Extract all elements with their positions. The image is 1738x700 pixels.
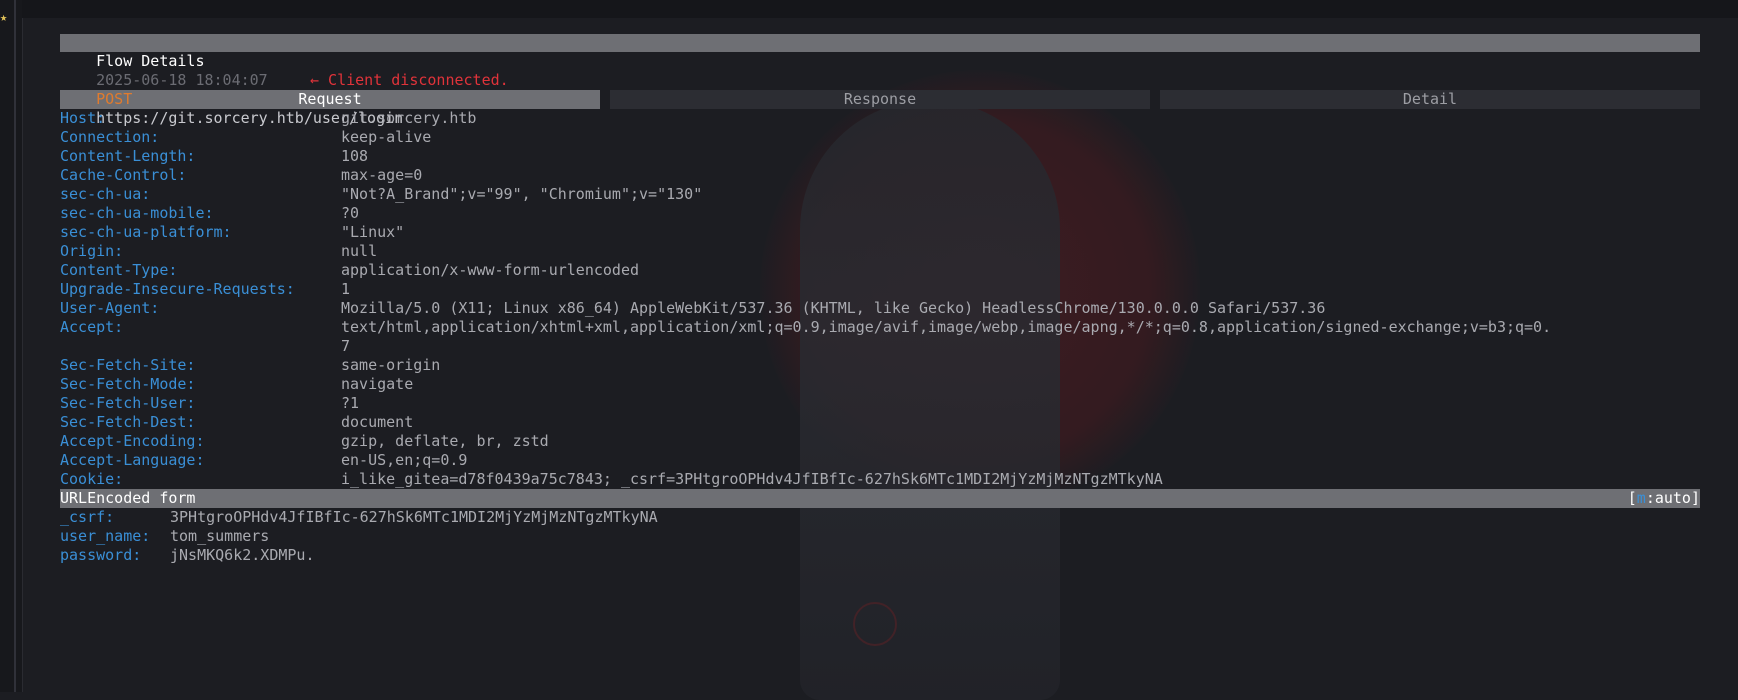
header-row: sec-ch-ua: "Not?A_Brand";v="99", "Chromiu… (60, 185, 1700, 204)
form-field-row: _csrf: 3PHtgroOPHdv4JfIBfIc-627hSk6MTc1MD… (60, 508, 1700, 527)
top-strip (22, 0, 1738, 18)
header-key: User-Agent: (60, 299, 160, 317)
header-value: gzip, deflate, br, zstd (341, 432, 549, 450)
header-value: max-age=0 (341, 166, 423, 184)
header-value: ?1 (341, 394, 360, 412)
form-field-key: _csrf: (60, 508, 115, 526)
request-headers: Host: git.sorcery.htb Connection: keep-aliv… (60, 109, 1700, 489)
header-key: Sec-Fetch-User: (60, 394, 196, 412)
form-field-row: user_name: tom_summers (60, 527, 1700, 546)
connection-status: ← Client disconnected. (310, 71, 509, 89)
flow-details-panel: Flow Details 2025-06-18 18:04:07 POST ht… (60, 34, 1700, 565)
header-key: Origin: (60, 242, 124, 260)
form-title-bar: URLEncoded form [m:auto] (60, 489, 1700, 508)
tab-detail[interactable]: Detail (1160, 90, 1700, 109)
header-row: Sec-Fetch-Dest: document (60, 413, 1700, 432)
header-value: 1 (341, 280, 351, 298)
header-value: null (341, 242, 378, 260)
header-key: Sec-Fetch-Dest: (60, 413, 196, 431)
tab-response[interactable]: Response (610, 90, 1150, 109)
header-value: "Not?A_Brand";v="99", "Chromium";v="130" (341, 185, 703, 203)
header-row: Accept-Encoding: gzip, deflate, br, zstd (60, 432, 1700, 451)
panel-title-bar: Flow Details (60, 34, 1700, 70)
form-view-mode[interactable]: [m:auto] (1628, 489, 1700, 508)
header-key: sec-ch-ua-mobile: (60, 204, 214, 222)
header-key: Upgrade-Insecure-Requests: (60, 280, 295, 298)
form-field-key: user_name: (60, 527, 151, 545)
form-field-key: password: (60, 546, 142, 564)
header-row: Cookie: i_like_gitea=d78f0439a75c7843; _c… (60, 470, 1700, 489)
header-row: Sec-Fetch-User: ?1 (60, 394, 1700, 413)
header-key: sec-ch-ua: (60, 185, 151, 203)
header-value: keep-alive (341, 128, 432, 146)
form-field-row: password: jNsMKQ6k2.XDMPu. (60, 546, 1700, 565)
header-row: Origin: null (60, 242, 1700, 261)
header-key: Cookie: (60, 470, 124, 488)
form-field-value: tom_summers (170, 527, 270, 545)
header-key: Sec-Fetch-Site: (60, 356, 196, 374)
header-row: sec-ch-ua-mobile: ?0 (60, 204, 1700, 223)
header-row: Content-Type: application/x-www-form-urle… (60, 261, 1700, 280)
header-key: Accept-Encoding: (60, 432, 205, 450)
header-key: Content-Length: (60, 147, 196, 165)
header-row: User-Agent: Mozilla/5.0 (X11; Linux x86_6… (60, 299, 1700, 318)
form-mode-suffix: :auto] (1645, 489, 1700, 507)
form-mode-prefix: [ (1627, 489, 1637, 507)
header-key: Content-Type: (60, 261, 178, 279)
gutter-divider (14, 0, 16, 692)
header-value: navigate (341, 375, 414, 393)
header-key: Accept-Language: (60, 451, 205, 469)
header-row: Sec-Fetch-Mode: navigate (60, 375, 1700, 394)
header-row: Accept: text/html,application/xhtml+xml,a… (60, 318, 1700, 337)
request-line: 2025-06-18 18:04:07 POST https://git.sor… (60, 52, 1700, 127)
header-value: Mozilla/5.0 (X11; Linux x86_64) AppleWeb… (341, 299, 1326, 317)
header-value: ?0 (341, 204, 360, 222)
header-key: Connection: (60, 128, 160, 146)
header-key: Host: (60, 109, 106, 127)
header-value: git.sorcery.htb (341, 109, 477, 127)
header-key: Cache-Control: (60, 166, 187, 184)
header-row: Host: git.sorcery.htb (60, 109, 1700, 128)
form-field-value: 3PHtgroOPHdv4JfIBfIc-627hSk6MTc1MDI2MjYz… (170, 508, 658, 526)
header-value: "Linux" (341, 223, 405, 241)
header-row: Content-Length: 108 (60, 147, 1700, 166)
request-method: POST (96, 90, 133, 108)
header-value: application/x-www-form-urlencoded (341, 261, 640, 279)
star-icon: ★ (0, 10, 8, 24)
form-field-value: jNsMKQ6k2.XDMPu. (170, 546, 315, 564)
header-row: Upgrade-Insecure-Requests: 1 (60, 280, 1700, 299)
header-value: en-US,en;q=0.9 (341, 451, 468, 469)
header-value: same-origin (341, 356, 441, 374)
header-row: Sec-Fetch-Site: same-origin (60, 356, 1700, 375)
header-value: i_like_gitea=d78f0439a75c7843; _csrf=3PH… (341, 470, 1163, 488)
header-row: Connection: keep-alive (60, 128, 1700, 147)
header-row: Accept-Language: en-US,en;q=0.9 (60, 451, 1700, 470)
form-title: URLEncoded form (60, 489, 196, 507)
header-value: text/html,application/xhtml+xml,applicat… (341, 318, 1552, 336)
left-gutter: ★ (0, 0, 23, 692)
header-key: Accept: (60, 318, 124, 336)
header-key: sec-ch-ua-platform: (60, 223, 232, 241)
header-row: Cache-Control: max-age=0 (60, 166, 1700, 185)
form-fields: _csrf: 3PHtgroOPHdv4JfIBfIc-627hSk6MTc1MD… (60, 508, 1700, 565)
background-pendant (853, 602, 897, 646)
header-key: Sec-Fetch-Mode: (60, 375, 196, 393)
form-mode-key: m (1636, 489, 1646, 507)
header-value: document (341, 413, 414, 431)
header-row: sec-ch-ua-platform: "Linux" (60, 223, 1700, 242)
detail-tabs: Request Response Detail (60, 90, 1700, 109)
tab-request[interactable]: Request (60, 90, 600, 109)
header-value: 108 (341, 147, 369, 165)
header-value-continuation: 7 (341, 337, 351, 355)
